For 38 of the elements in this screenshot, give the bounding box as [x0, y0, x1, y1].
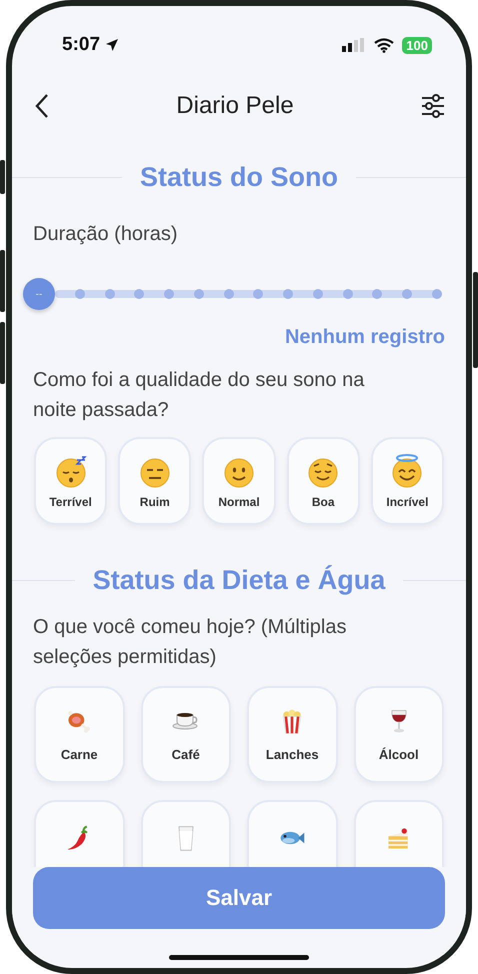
- step-dot: [164, 289, 174, 299]
- food-option[interactable]: Café: [140, 686, 231, 783]
- quality-option[interactable]: Incrível: [370, 437, 444, 525]
- step-dot: [312, 289, 323, 299]
- step-dot: [372, 289, 382, 299]
- page-title: Diario Pele: [175, 92, 295, 120]
- duration-label: Duração (horas): [33, 223, 179, 246]
- slider-track[interactable]: [55, 290, 442, 298]
- quality-option[interactable]: Normal: [202, 437, 276, 525]
- food-option[interactable]: Álcool: [354, 686, 444, 783]
- food-option[interactable]: Carne: [34, 686, 124, 783]
- step-dot: [104, 289, 115, 299]
- step-dot: [432, 289, 442, 299]
- question-text: Como foi a qualidade do seu sono na noite passada?: [33, 368, 366, 423]
- battery-level: 100: [402, 36, 432, 54]
- food-option[interactable]: Lanches: [247, 686, 338, 783]
- section-title: Status da Dieta e Água: [92, 565, 386, 596]
- step-dot: [224, 289, 234, 299]
- location-arrow-icon: [105, 38, 120, 52]
- signal-icon: [342, 38, 366, 52]
- step-dot: [283, 289, 294, 299]
- step-dot: [342, 289, 353, 299]
- wifi-icon: [374, 38, 394, 52]
- quality-option[interactable]: Boa: [286, 437, 360, 525]
- back-icon[interactable]: [34, 93, 50, 119]
- quality-option[interactable]: Terrível: [34, 437, 108, 525]
- quality-option[interactable]: Ruim: [118, 437, 192, 525]
- step-dot: [194, 289, 204, 299]
- halo-face-icon: [391, 453, 424, 489]
- step-dot: [74, 289, 85, 299]
- settings-icon[interactable]: [420, 94, 446, 118]
- duration-reading: Nenhum registro: [284, 326, 445, 349]
- question-text: O que você comeu hoje? (Múltiplas seleções permitidas): [33, 615, 348, 670]
- step-dot: [253, 289, 264, 299]
- status-time: 5:07: [62, 34, 100, 56]
- step-dot: [402, 289, 412, 299]
- section-title: Status do Sono: [140, 162, 338, 193]
- step-dot: [134, 289, 144, 299]
